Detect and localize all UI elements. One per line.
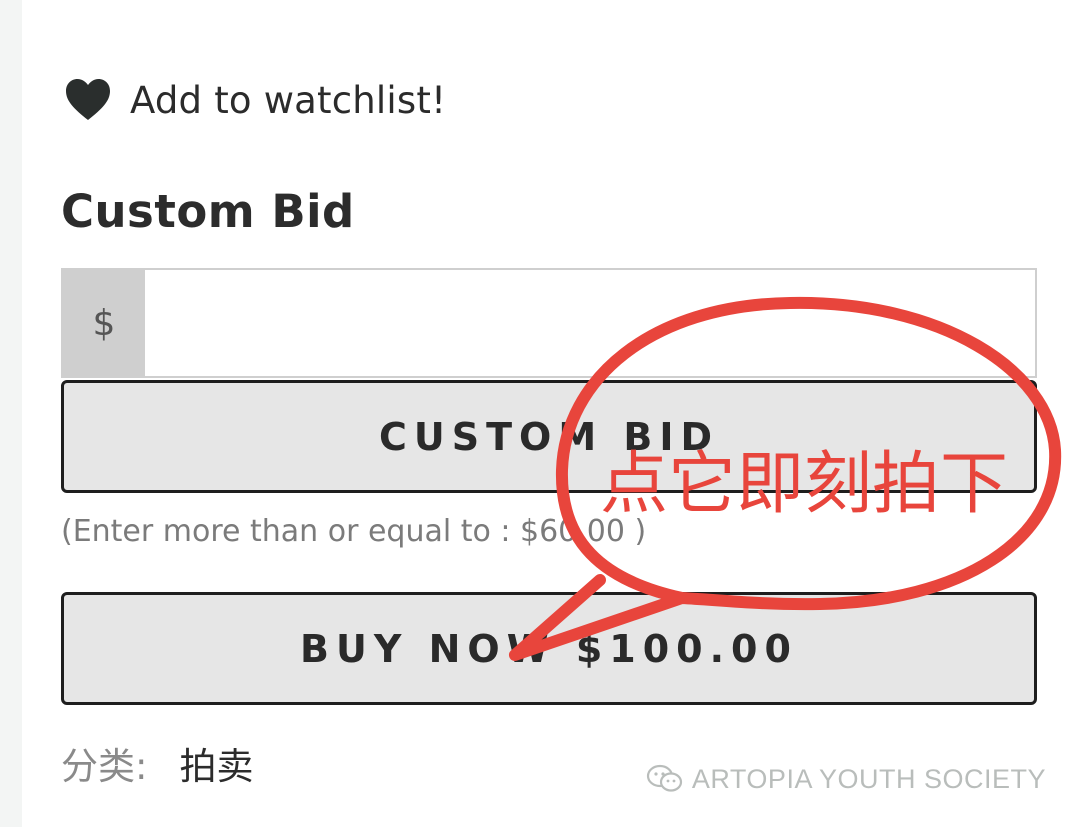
add-to-watchlist[interactable]: Add to watchlist!: [64, 72, 446, 128]
category-row: 分类: 拍卖: [61, 736, 253, 790]
category-value: 拍卖: [179, 745, 254, 788]
watermark: ARTOPIA YOUTH SOCIETY: [646, 763, 1046, 795]
category-label: 分类:: [61, 745, 148, 788]
watermark-text: ARTOPIA YOUTH SOCIETY: [691, 763, 1046, 794]
buy-now-button[interactable]: BUY NOW $100.00: [61, 592, 1037, 705]
watchlist-label: Add to watchlist!: [130, 78, 447, 122]
currency-prefix: $: [63, 270, 145, 376]
custom-bid-input[interactable]: [145, 270, 1035, 376]
wechat-icon: [646, 764, 683, 792]
bid-minimum-hint: (Enter more than or equal to : $60.00 ): [61, 514, 647, 549]
heart-icon: [66, 79, 110, 120]
custom-bid-button[interactable]: CUSTOM BID: [61, 380, 1037, 493]
custom-bid-field: $: [61, 268, 1037, 378]
custom-bid-title: Custom Bid: [61, 185, 355, 238]
